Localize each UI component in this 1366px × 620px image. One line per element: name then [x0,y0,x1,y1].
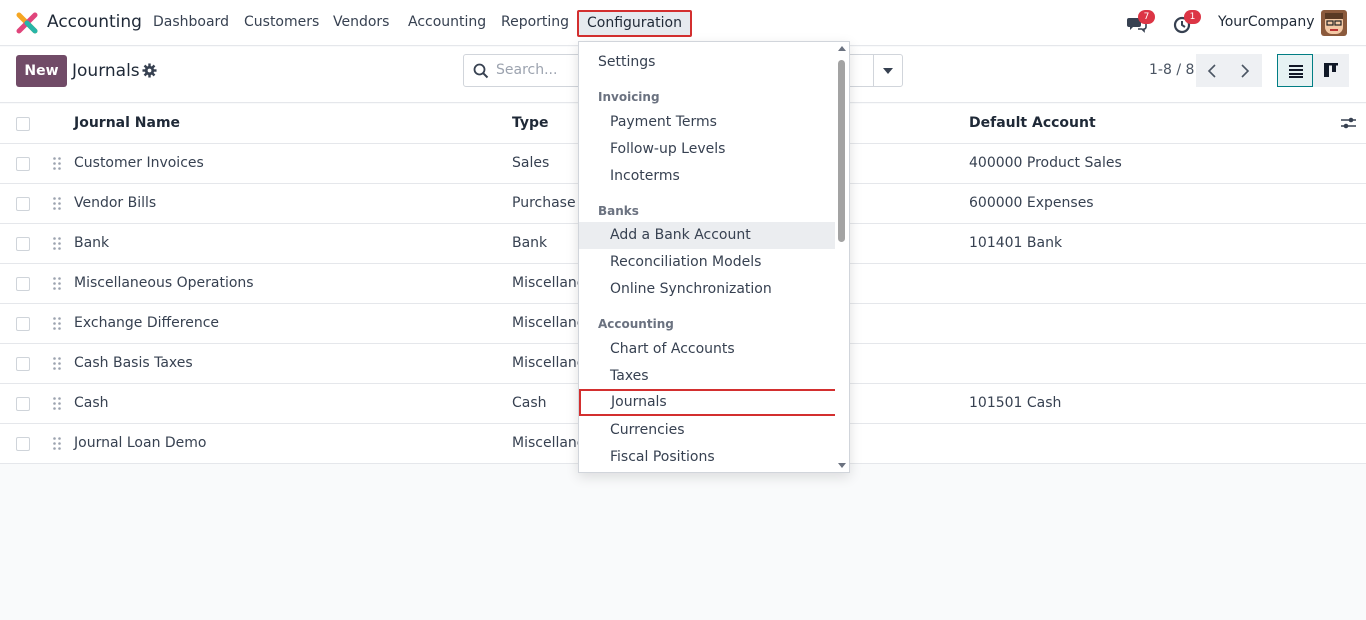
menu-vendors[interactable]: Vendors [333,14,389,30]
activities-badge: 1 [1184,10,1201,24]
select-all-checkbox[interactable] [16,117,30,131]
cell-journal-name: Exchange Difference [74,315,220,331]
cell-journal-name: Customer Invoices [74,155,204,171]
pager-next-button[interactable] [1229,54,1262,87]
menu-item-payment-terms[interactable]: Payment Terms [579,109,835,136]
top-navbar: Accounting Dashboard Customers Vendors A… [0,0,1366,46]
menu-dashboard[interactable]: Dashboard [153,14,229,30]
configuration-dropdown: Settings Invoicing Payment Terms Follow-… [578,41,850,473]
row-checkbox[interactable] [16,197,30,211]
activities-button[interactable]: 1 [1173,10,1201,34]
row-checkbox[interactable] [16,317,30,331]
drag-handle-icon[interactable] [53,397,61,410]
avatar-image-icon [1321,10,1347,36]
cell-journal-name: Miscellaneous Operations [74,275,254,291]
dropdown-scrollbar[interactable] [835,42,849,472]
cell-default-account: 101501 Cash [969,395,1062,411]
row-checkbox[interactable] [16,277,30,291]
gear-icon[interactable] [142,63,157,78]
menu-item-reconciliation-models[interactable]: Reconciliation Models [579,249,835,276]
app-name[interactable]: Accounting [47,12,142,32]
menu-item-currencies[interactable]: Currencies [579,417,835,444]
user-avatar[interactable] [1321,10,1347,36]
cell-journal-name: Bank [74,235,110,251]
drag-handle-icon[interactable] [53,197,61,210]
menu-customers[interactable]: Customers [244,14,319,30]
drag-handle-icon[interactable] [53,437,61,450]
drag-handle-icon[interactable] [53,357,61,370]
app-logo-icon[interactable] [16,12,38,34]
chevron-left-icon [1207,64,1216,78]
row-checkbox[interactable] [16,437,30,451]
column-default-account[interactable]: Default Account [969,115,1096,131]
kanban-view-button[interactable] [1313,54,1349,87]
row-checkbox[interactable] [16,357,30,371]
menu-reporting[interactable]: Reporting [501,14,569,30]
scroll-thumb[interactable] [838,60,845,242]
menu-item-taxes[interactable]: Taxes [579,363,835,390]
cell-journal-name: Cash [74,395,109,411]
cell-default-account: 600000 Expenses [969,195,1094,211]
menu-item-add-bank-account[interactable]: Add a Bank Account [579,222,835,249]
menu-item-follow-up-levels[interactable]: Follow-up Levels [579,136,835,163]
drag-handle-icon[interactable] [53,277,61,290]
cell-type: Purchase [512,195,576,211]
section-header-invoicing: Invoicing [598,90,660,104]
list-view-button[interactable] [1277,54,1313,87]
menu-item-incoterms[interactable]: Incoterms [579,163,835,190]
menu-item-fiscal-positions[interactable]: Fiscal Positions [579,444,835,471]
menu-item-online-synchronization[interactable]: Online Synchronization [579,276,835,303]
messages-badge: 7 [1138,10,1155,24]
row-checkbox[interactable] [16,157,30,171]
page-title[interactable]: Journals [72,61,140,81]
menu-item-chart-of-accounts[interactable]: Chart of Accounts [579,336,835,363]
cell-journal-name: Vendor Bills [74,195,157,211]
kanban-view-icon [1324,63,1338,77]
messages-button[interactable]: 7 [1127,10,1155,34]
search-icon [473,63,489,79]
drag-handle-icon[interactable] [53,237,61,250]
section-header-banks: Banks [598,204,639,218]
list-view-icon [1289,65,1303,78]
menu-accounting[interactable]: Accounting [408,14,486,30]
cell-default-account: 101401 Bank [969,235,1063,251]
cell-journal-name: Journal Loan Demo [74,435,207,451]
cell-type: Cash [512,395,547,411]
cell-default-account: 400000 Product Sales [969,155,1122,171]
cell-type: Sales [512,155,550,171]
cell-type: Miscellane [512,435,586,451]
company-switcher[interactable]: YourCompany [1218,14,1315,30]
menu-item-journals[interactable]: Journals [579,389,849,416]
pager-previous-button[interactable] [1196,54,1229,87]
drag-handle-icon[interactable] [53,317,61,330]
new-button[interactable]: New [16,55,67,87]
drag-handle-icon[interactable] [53,157,61,170]
column-journal-name[interactable]: Journal Name [74,115,180,131]
row-checkbox[interactable] [16,237,30,251]
column-type[interactable]: Type [512,115,549,131]
row-checkbox[interactable] [16,397,30,411]
search-options-toggle[interactable] [873,55,902,86]
scroll-up-arrow-icon[interactable] [838,46,846,51]
cell-journal-name: Cash Basis Taxes [74,355,193,371]
cell-type: Bank [512,235,548,251]
scroll-down-arrow-icon[interactable] [838,463,846,468]
menu-configuration[interactable]: Configuration [577,10,692,37]
cell-type: Miscellane [512,275,586,291]
cell-type: Miscellane [512,315,586,331]
section-header-accounting: Accounting [598,317,674,331]
column-options-icon[interactable] [1341,116,1356,130]
chevron-right-icon [1241,64,1250,78]
pager-value[interactable]: 1-8 / 8 [1149,62,1194,78]
menu-item-settings[interactable]: Settings [579,49,835,76]
cell-type: Miscellane [512,355,586,371]
